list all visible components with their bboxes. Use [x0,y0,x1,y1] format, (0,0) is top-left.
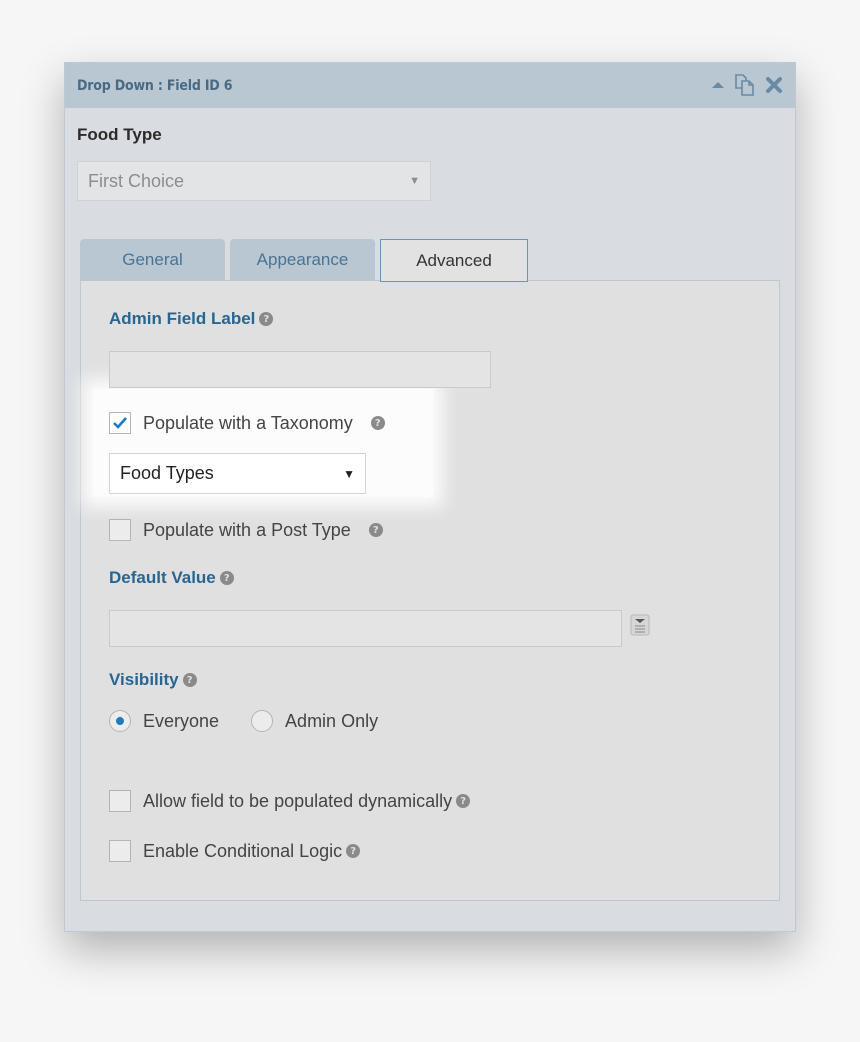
help-icon[interactable]: ? [259,312,274,326]
header-actions [711,73,783,97]
help-icon[interactable]: ? [370,416,385,430]
help-icon[interactable]: ? [368,523,383,537]
merge-tag-icon[interactable] [630,614,650,636]
preview-select[interactable]: First Choice ▼ [77,161,431,201]
duplicate-icon[interactable] [733,73,757,97]
admin-field-label-heading: Admin Field Label ? [109,309,274,329]
chevron-down-icon: ▼ [409,175,420,187]
admin-field-label-input[interactable] [109,351,491,388]
populate-post-type-checkbox[interactable] [109,519,131,541]
allow-dynamic-checkbox[interactable] [109,790,131,812]
tab-appearance[interactable]: Appearance [230,239,375,281]
visibility-heading: Visibility ? [109,670,197,690]
allow-dynamic-row: Allow field to be populated dynamically … [109,790,471,812]
default-value-input[interactable] [109,610,622,647]
conditional-logic-row: Enable Conditional Logic ? [109,840,361,862]
help-icon[interactable]: ? [346,844,361,858]
visibility-option-admin-only[interactable]: Admin Only [251,710,378,732]
close-icon[interactable] [765,76,783,94]
populate-taxonomy-row: Populate with a Taxonomy ? [109,412,385,434]
help-icon[interactable]: ? [219,571,234,585]
checkmark-icon [113,417,127,429]
default-value-heading: Default Value ? [109,568,234,588]
everyone-radio[interactable] [109,710,131,732]
tab-advanced[interactable]: Advanced [380,239,528,282]
preview-field-label: Food Type [77,125,162,144]
panel-title: Drop Down : Field ID 6 [77,77,233,94]
populate-post-type-row: Populate with a Post Type ? [109,519,383,541]
visibility-option-everyone[interactable]: Everyone [109,710,219,732]
taxonomy-select-value: Food Types [120,463,214,483]
advanced-tab-content: Admin Field Label ? Populate with a Taxo… [80,280,780,901]
tab-general[interactable]: General [80,239,225,281]
collapse-arrow-icon[interactable] [711,78,725,92]
visibility-radio-group: Everyone Admin Only [109,710,410,732]
populate-post-type-label: Populate with a Post Type [143,519,351,540]
preview-select-value: First Choice [88,170,185,191]
panel-header: Drop Down : Field ID 6 [65,63,795,108]
allow-dynamic-label: Allow field to be populated dynamically [143,790,453,811]
chevron-down-icon: ▼ [343,466,355,481]
taxonomy-select[interactable]: Food Types ▼ [109,453,366,494]
help-icon[interactable]: ? [182,673,197,687]
help-icon[interactable]: ? [456,794,471,808]
admin-only-radio[interactable] [251,710,274,732]
radio-selected-dot [116,717,124,725]
populate-taxonomy-checkbox[interactable] [109,412,131,434]
conditional-logic-checkbox[interactable] [109,840,131,862]
populate-taxonomy-label: Populate with a Taxonomy [143,412,353,433]
field-settings-panel: Drop Down : Field ID 6 Food Type First C… [64,62,796,932]
settings-tabs: General Appearance Advanced [80,239,528,282]
conditional-logic-label: Enable Conditional Logic [143,840,343,861]
